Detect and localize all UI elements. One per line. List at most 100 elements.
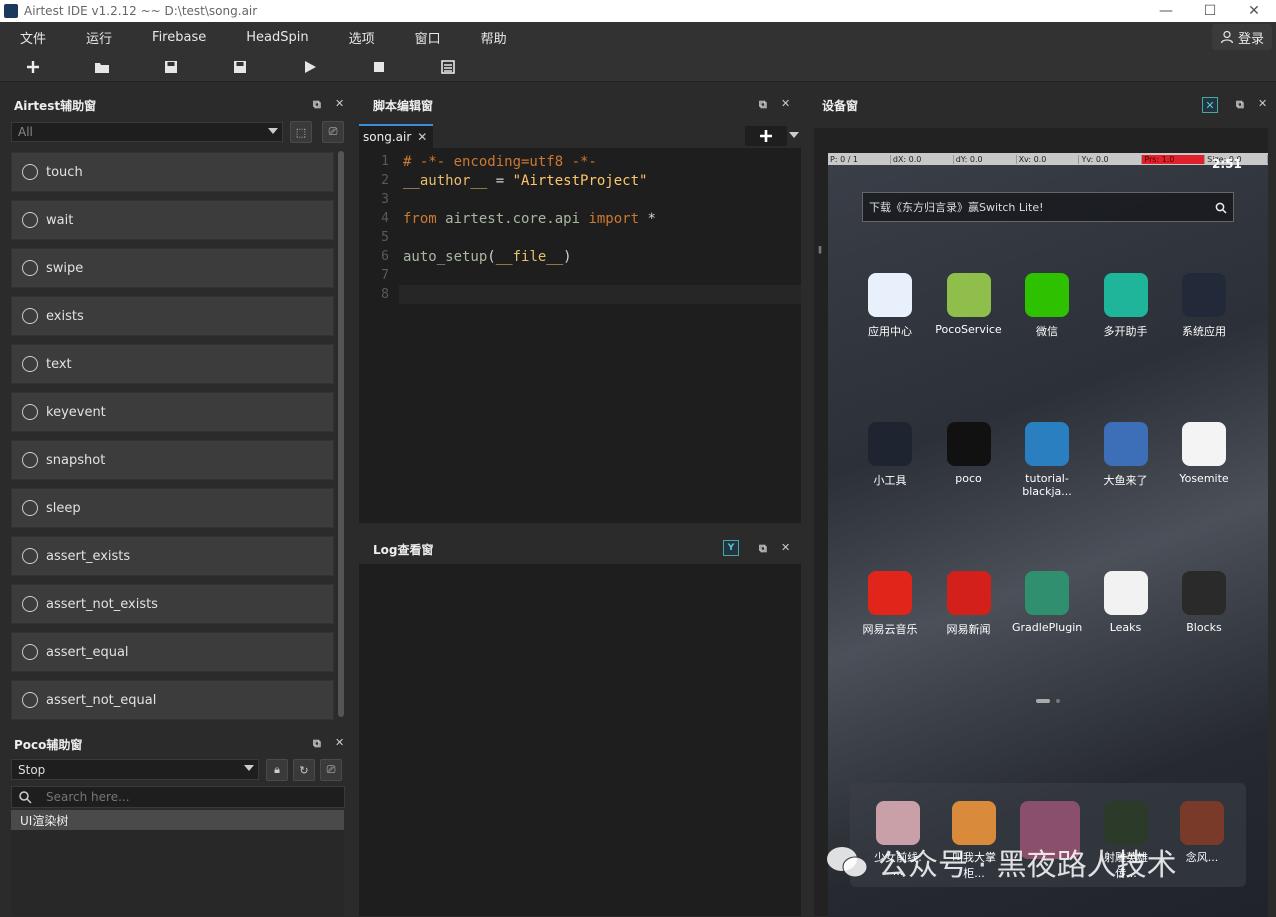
app-label: 小工具 [873,474,907,487]
ui-tree-root[interactable]: UI渲染树 [11,810,344,830]
tab-song-air[interactable]: song.air ✕ [359,124,433,148]
code-line: 3 [359,190,403,209]
airtest-scrollbar[interactable] [338,151,344,717]
api-button-swipe[interactable]: swipe [11,248,334,288]
api-button-label: assert_exists [46,548,131,564]
app-7[interactable]: tutorial-blackja... [1012,422,1082,498]
menu-file[interactable]: 文件 [0,28,66,47]
app-4[interactable]: 系统应用 [1169,273,1239,339]
menu-headspin[interactable]: HeadSpin [226,30,328,45]
app-1[interactable]: PocoService [934,273,1004,336]
app-8[interactable]: 大鱼来了 [1091,422,1161,488]
api-button-keyevent[interactable]: keyevent [11,392,334,432]
menu-firebase[interactable]: Firebase [132,30,226,45]
app-9[interactable]: Yosemite [1169,422,1239,485]
save-as-button[interactable] [231,58,249,76]
api-button-label: assert_not_exists [46,596,158,612]
new-script-button[interactable] [24,58,42,76]
maximize-button[interactable]: ☐ [1188,0,1232,22]
login-button[interactable]: 登录 [1211,24,1272,50]
close-panel-icon[interactable]: ✕ [781,97,790,110]
wait-icon [22,212,38,228]
assert-equal-icon [22,644,38,660]
tab-dropdown-icon[interactable] [789,132,799,138]
menu-options[interactable]: 选项 [329,28,395,47]
menu-help[interactable]: 帮助 [461,28,527,47]
record-button[interactable]: ⎚ [322,121,344,143]
app-icon [1103,571,1148,615]
api-button-assert-not-equal[interactable]: assert_not_equal [11,680,334,720]
float-icon[interactable]: ⧉ [313,737,321,751]
app-12[interactable]: GradlePlugin [1012,571,1082,634]
save-button[interactable] [162,58,180,76]
menu-window[interactable]: 窗口 [395,28,461,47]
lock-icon: 🔒︎ [274,763,280,776]
new-tab-button[interactable] [745,126,787,146]
close-window-button[interactable]: ✕ [1232,0,1276,22]
poco-search-input[interactable] [46,790,316,804]
app-11[interactable]: 网易新闻 [934,571,1004,637]
float-icon[interactable]: ⧉ [313,98,321,112]
play-icon [305,61,316,73]
log-output[interactable] [359,564,801,916]
exists-icon [22,308,38,324]
touch-icon [22,164,38,180]
app-0[interactable]: 应用中心 [855,273,925,339]
app-10[interactable]: 网易云音乐 [855,571,925,637]
app-13[interactable]: Leaks [1091,571,1161,634]
stop-button[interactable] [370,58,388,76]
app-label: 网易新闻 [946,623,991,636]
lock-button[interactable]: 🔒︎ [266,759,288,781]
dock-app-4[interactable]: 念风... [1172,801,1232,865]
api-button-exists[interactable]: exists [11,296,334,336]
app-6[interactable]: poco [934,422,1004,485]
clock: 2:51 [1212,157,1242,171]
close-panel-icon[interactable]: ✕ [1258,97,1267,110]
line-number: 4 [381,211,389,226]
app-2[interactable]: 微信 [1012,273,1082,339]
page-indicator [1056,699,1060,703]
poco-record-button[interactable]: ⎚ [320,759,342,781]
status-xv: Xv: 0.0 [1017,154,1080,164]
device-screen[interactable]: P: 0 / 1 dX: 0.0 dY: 0.0 Xv: 0.0 Yv: 0.0… [828,153,1268,917]
close-panel-icon[interactable]: ✕ [335,97,344,110]
filter-icon[interactable]: Y [723,540,739,556]
api-button-touch[interactable]: touch [11,152,334,192]
minimize-button[interactable]: — [1144,0,1188,22]
api-button-wait[interactable]: wait [11,200,334,240]
tools-icon[interactable]: ✕ [1202,97,1218,113]
api-button-text[interactable]: text [11,344,334,384]
code-editor[interactable]: 1 # -*- encoding=utf8 -*- 2 __author__ = "A… [359,148,801,523]
float-icon[interactable]: ⧉ [1236,98,1244,112]
app-5[interactable]: 小工具 [855,422,925,488]
tab-label: song.air [363,130,412,144]
code-line: 7 [359,266,403,285]
airtest-filter-select[interactable]: All [11,122,283,142]
api-button-sleep[interactable]: sleep [11,488,334,528]
stop-icon [374,62,384,72]
app-3[interactable]: 多开助手 [1091,273,1161,339]
close-panel-icon[interactable]: ✕ [781,541,790,554]
user-icon [1220,30,1234,44]
api-button-label: snapshot [46,452,106,468]
code-token: __file__ [495,248,564,265]
api-button-assert-exists[interactable]: assert_exists [11,536,334,576]
app-14[interactable]: Blocks [1169,571,1239,634]
api-button-assert-equal[interactable]: assert_equal [11,632,334,672]
open-button[interactable] [93,58,111,76]
report-button[interactable] [439,58,457,76]
float-icon[interactable]: ⧉ [759,98,767,112]
api-button-snapshot[interactable]: snapshot [11,440,334,480]
poco-search-field[interactable] [11,786,345,808]
float-icon[interactable]: ⧉ [759,542,767,556]
refresh-button[interactable]: ↻ [293,759,315,781]
menu-run[interactable]: 运行 [66,28,132,47]
editor-panel-title: 脚本编辑窗 [373,98,434,113]
run-button[interactable] [301,58,319,76]
close-tab-icon[interactable]: ✕ [417,130,427,144]
home-search-bar[interactable]: 下载《东方归言录》赢Switch Lite! [862,192,1234,222]
poco-mode-select[interactable]: Stop [11,759,259,780]
select-region-button[interactable]: ⬚ [290,121,312,143]
close-panel-icon[interactable]: ✕ [335,736,344,749]
api-button-assert-not-exists[interactable]: assert_not_exists [11,584,334,624]
